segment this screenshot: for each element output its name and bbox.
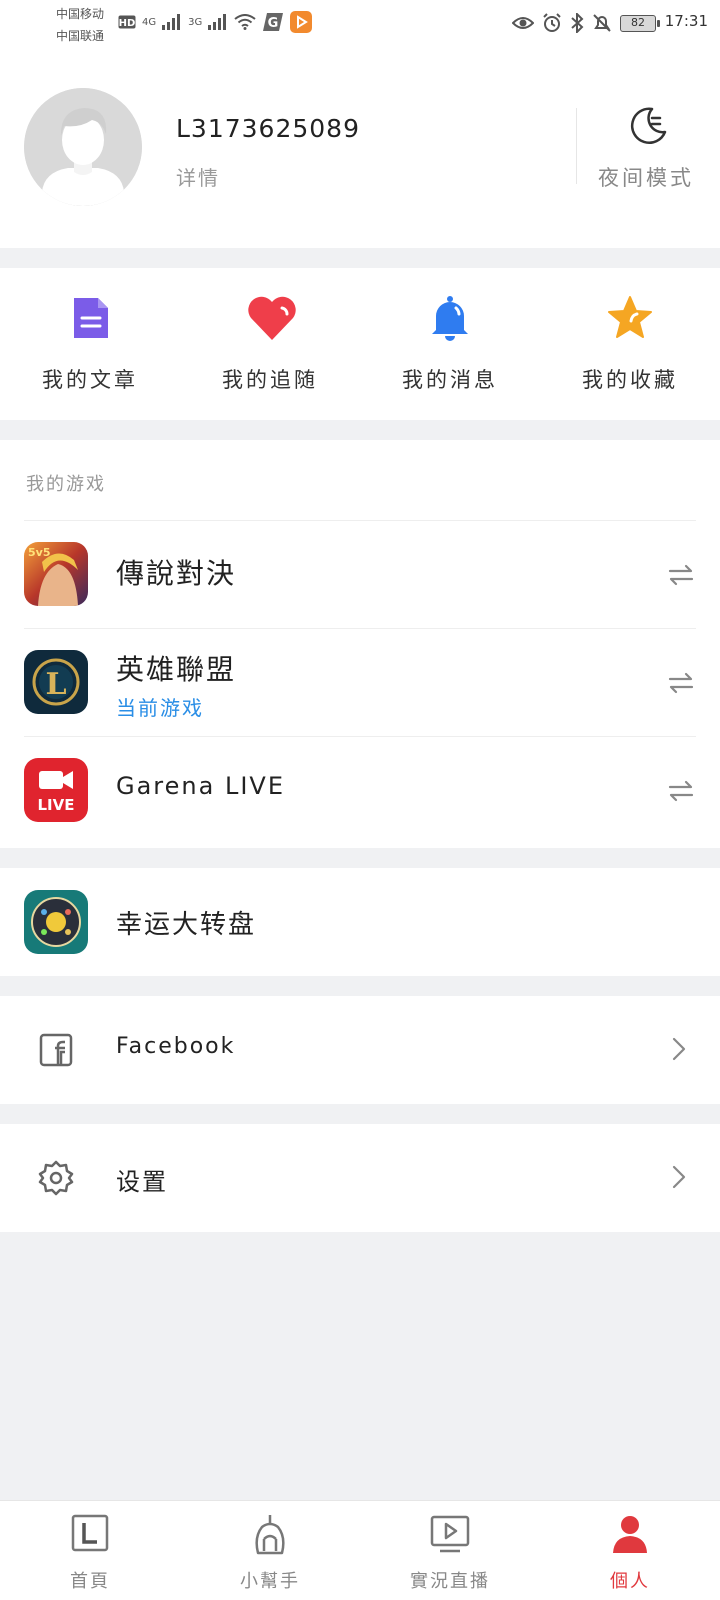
lucky-wheel-row[interactable]: 幸运大转盘 xyxy=(0,868,720,976)
carrier-2: 中国联通 xyxy=(56,29,105,43)
chevron-right-icon xyxy=(670,1164,688,1190)
signal-2-icon xyxy=(208,14,227,30)
carrier-1: 中国移动 xyxy=(56,7,105,21)
lucky-wheel-icon xyxy=(24,890,88,954)
game-name: 傳說對決 xyxy=(116,557,237,590)
helper-icon xyxy=(250,1513,290,1555)
profile-detail-link[interactable]: 详情 xyxy=(176,162,220,191)
aov-game-icon: 5v5 xyxy=(24,542,88,606)
svg-text:5v5: 5v5 xyxy=(28,546,50,559)
my-games-section: 我的游戏 5v5 傳說對決 L 英雄聯盟 当前游戏 LIVE Garena LI… xyxy=(0,440,720,848)
nav-profile[interactable]: 個人 xyxy=(540,1501,720,1600)
document-icon xyxy=(66,294,114,342)
clock: 17:31 xyxy=(664,12,708,30)
facebook-label: Facebook xyxy=(116,1034,236,1059)
game-name: 英雄聯盟 xyxy=(116,653,237,686)
facebook-row[interactable]: Facebook xyxy=(0,996,720,1104)
facebook-icon xyxy=(38,1032,74,1068)
lucky-wheel-label: 幸运大转盘 xyxy=(116,910,257,940)
profile-header: L3173625089 详情 夜间模式 xyxy=(0,48,720,248)
nav-live-label: 實況直播 xyxy=(410,1571,490,1592)
divider xyxy=(576,108,577,184)
network-type-1: 4G xyxy=(142,16,157,28)
lol-game-icon: L xyxy=(24,650,88,714)
my-favorites-button[interactable]: 我的收藏 xyxy=(540,268,720,420)
hd-icon: HD xyxy=(118,15,136,29)
person-icon xyxy=(610,1513,650,1555)
my-following-button[interactable]: 我的追随 xyxy=(180,268,360,420)
settings-label: 设置 xyxy=(116,1168,168,1196)
nav-home-label: 首頁 xyxy=(70,1571,110,1592)
nav-profile-label: 個人 xyxy=(610,1571,650,1592)
chevron-right-icon xyxy=(670,1036,688,1062)
bell-icon xyxy=(426,294,474,342)
settings-row[interactable]: 设置 xyxy=(0,1124,720,1232)
alarm-icon xyxy=(543,13,561,32)
game-row-aov[interactable]: 5v5 傳說對決 xyxy=(0,520,720,628)
nav-live[interactable]: 實況直播 xyxy=(360,1501,540,1600)
default-avatar-icon xyxy=(24,88,142,206)
garena-live-icon: LIVE xyxy=(24,758,88,822)
current-game-badge: 当前游戏 xyxy=(116,696,204,720)
game-name: Garena LIVE xyxy=(116,772,285,800)
game-row-garena-live[interactable]: LIVE Garena LIVE xyxy=(0,736,720,844)
wifi-icon xyxy=(234,14,256,30)
mute-icon xyxy=(593,14,611,32)
game-row-lol[interactable]: L 英雄聯盟 当前游戏 xyxy=(0,628,720,736)
quick-actions: 我的文章 我的追随 我的消息 我的收藏 xyxy=(0,268,720,420)
swap-icon[interactable] xyxy=(668,670,694,696)
my-articles-button[interactable]: 我的文章 xyxy=(0,268,180,420)
swap-icon[interactable] xyxy=(668,562,694,588)
svg-text:L: L xyxy=(45,667,66,702)
eye-icon xyxy=(512,17,534,29)
svg-text:G: G xyxy=(268,16,279,31)
signal-1-icon xyxy=(162,14,181,30)
network-type-2: 3G xyxy=(188,16,203,28)
my-articles-label: 我的文章 xyxy=(42,368,138,392)
username: L3173625089 xyxy=(176,114,360,143)
live-play-icon xyxy=(430,1513,470,1555)
star-icon xyxy=(606,294,654,342)
bluetooth-icon xyxy=(571,13,584,33)
bottom-nav: 首頁 小幫手 實況直播 個人 xyxy=(0,1500,720,1600)
signal-icons: HD 4G 3G G xyxy=(118,8,313,36)
night-mode-label[interactable]: 夜间模式 xyxy=(598,162,694,192)
my-favorites-label: 我的收藏 xyxy=(582,368,678,392)
svg-text:HD: HD xyxy=(119,18,136,29)
battery-indicator: 82 xyxy=(620,14,660,32)
home-icon xyxy=(70,1513,110,1555)
nav-helper[interactable]: 小幫手 xyxy=(180,1501,360,1600)
gear-icon xyxy=(38,1160,74,1196)
system-icons: 82 xyxy=(512,10,660,36)
my-messages-button[interactable]: 我的消息 xyxy=(360,268,540,420)
heart-icon xyxy=(246,294,296,342)
avatar[interactable] xyxy=(24,88,142,206)
section-title: 我的游戏 xyxy=(26,474,106,495)
night-mode-icon[interactable] xyxy=(626,104,670,148)
status-bar: 中国移动 中国联通 HD 4G 3G G 82 17:31 xyxy=(0,0,720,48)
g-app-icon: G xyxy=(263,13,284,31)
my-following-label: 我的追随 xyxy=(222,368,318,392)
swap-icon[interactable] xyxy=(668,778,694,804)
nav-helper-label: 小幫手 xyxy=(240,1571,300,1592)
my-messages-label: 我的消息 xyxy=(402,368,498,392)
svg-text:LIVE: LIVE xyxy=(38,796,75,814)
play-app-icon xyxy=(290,11,313,33)
nav-home[interactable]: 首頁 xyxy=(0,1501,180,1600)
